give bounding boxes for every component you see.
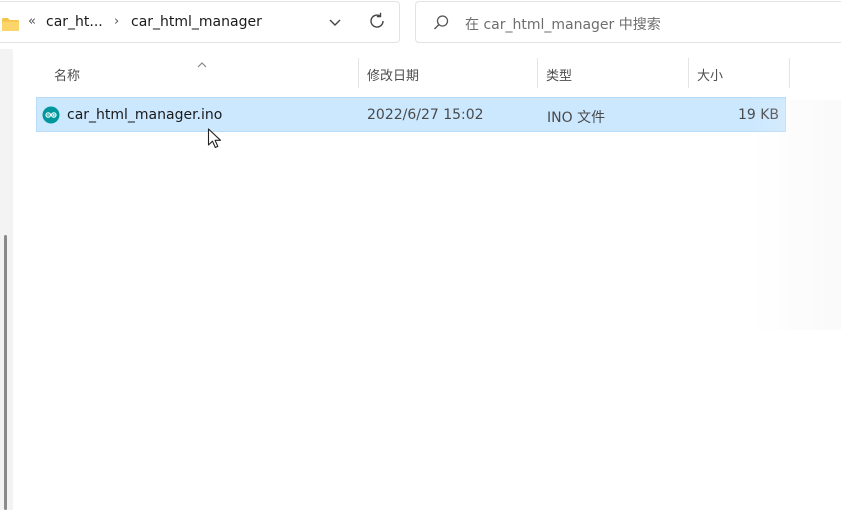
column-header-type[interactable]: 类型 — [546, 65, 572, 84]
column-divider[interactable] — [358, 58, 359, 88]
mouse-pointer-icon — [207, 128, 223, 150]
breadcrumb-item-parent[interactable]: car_ht... — [46, 14, 103, 30]
column-divider[interactable] — [789, 58, 790, 88]
breadcrumb-separator: › — [114, 14, 120, 29]
column-header-size[interactable]: 大小 — [697, 65, 723, 84]
search-icon — [432, 14, 450, 32]
breadcrumb-item-current[interactable]: car_html_manager — [131, 14, 262, 30]
address-bar[interactable]: « car_ht... › car_html_manager — [0, 1, 400, 43]
top-bar: « car_ht... › car_html_manager 在 car_htm… — [0, 0, 841, 49]
column-header-modified[interactable]: 修改日期 — [367, 65, 419, 84]
folder-icon — [2, 16, 19, 31]
chevron-down-icon[interactable] — [325, 14, 345, 32]
column-divider[interactable] — [688, 58, 689, 88]
file-row[interactable]: car_html_manager.ino 2022/6/27 15:02 INO… — [36, 97, 786, 132]
column-divider[interactable] — [537, 58, 538, 88]
search-box[interactable]: 在 car_html_manager 中搜索 — [415, 1, 841, 43]
arduino-file-icon — [42, 106, 60, 124]
file-type: INO 文件 — [547, 110, 606, 126]
refresh-icon[interactable] — [366, 10, 388, 32]
search-input[interactable]: 在 car_html_manager 中搜索 — [465, 14, 661, 34]
navigation-pane-edge — [0, 49, 13, 510]
column-header-name[interactable]: 名称 — [54, 65, 80, 84]
breadcrumb-overflow-icon[interactable]: « — [28, 14, 36, 29]
scrollbar-thumb[interactable] — [4, 235, 7, 510]
sort-ascending-icon — [195, 54, 209, 68]
file-modified: 2022/6/27 15:02 — [367, 107, 484, 123]
column-header-row: 名称 修改日期 类型 大小 — [13, 49, 841, 95]
file-name[interactable]: car_html_manager.ino — [67, 107, 222, 123]
background-texture — [751, 100, 841, 330]
